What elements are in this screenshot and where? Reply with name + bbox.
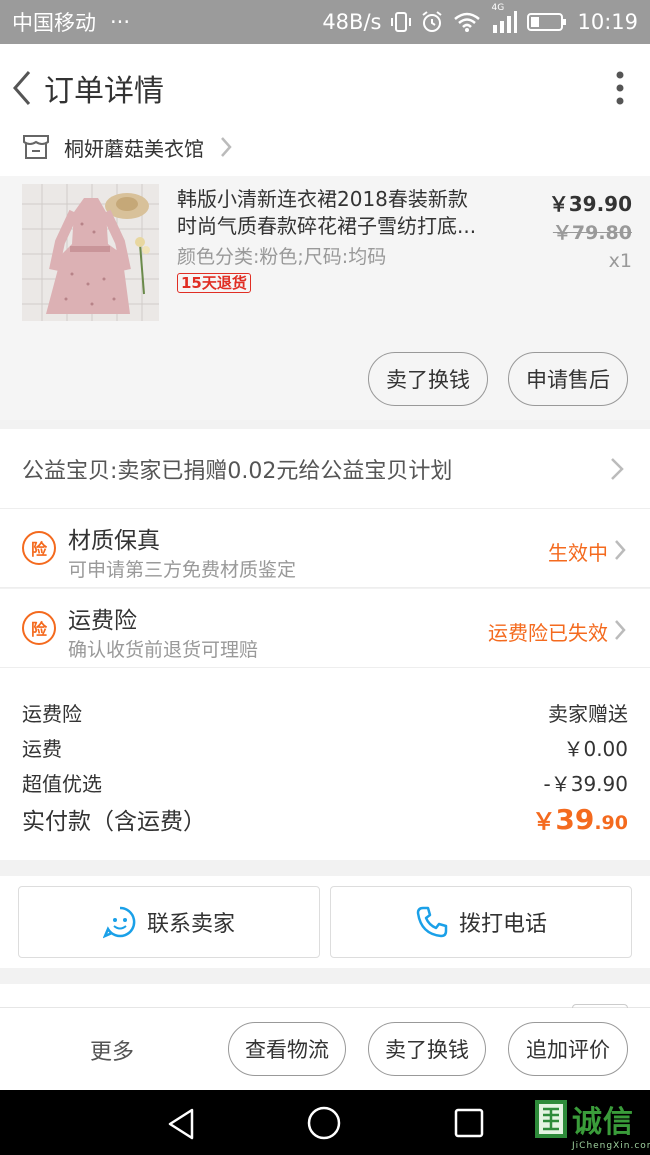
phone-icon (416, 906, 448, 938)
chevron-right-icon (611, 457, 624, 480)
summary-label: 运费险 (22, 702, 82, 726)
chevron-right-icon (615, 620, 626, 640)
order-summary: 运费险 卖家赠送 运费 ￥0.00 超值优选 -￥39.90 实付款（含运费） … (0, 668, 650, 860)
shop-icon (23, 135, 49, 159)
total-label: 实付款（含运费） (22, 809, 206, 835)
product-title-line1: 韩版小清新连衣裙2018春装新款 (177, 187, 468, 211)
summary-value: -￥39.90 (543, 772, 628, 796)
net-speed: 48B/s (322, 10, 382, 34)
insurance-status: 生效中 (548, 541, 608, 565)
total-row: 实付款（含运费） ￥39.90 (22, 802, 628, 836)
product-image[interactable] (22, 184, 159, 321)
home-circle-icon[interactable] (306, 1105, 342, 1141)
insurance-icon: 险 (22, 611, 56, 645)
insurance-row-shipping[interactable]: 险 运费险 确认收货前退货可理赔 运费险已失效 (0, 589, 650, 668)
network-type-label: 4G (491, 3, 505, 13)
insurance-icon: 险 (22, 531, 56, 565)
status-bar: 中国移动 ··· 48B/s 4G 10:19 (0, 0, 650, 44)
clock: 10:19 (577, 10, 638, 34)
chevron-right-icon (221, 137, 232, 157)
sell-exchange-bottom-button[interactable]: 卖了换钱 (368, 1022, 486, 1076)
summary-row: 运费 ￥0.00 (22, 733, 628, 762)
summary-row: 运费险 卖家赠送 (22, 698, 628, 727)
sell-exchange-button[interactable]: 卖了换钱 (368, 352, 488, 406)
contact-seller-button[interactable]: 联系卖家 (18, 886, 320, 958)
contact-strip: 联系卖家 拨打电话 (0, 876, 650, 968)
shop-row[interactable]: 桐妍蘑菇美衣馆 (0, 118, 650, 176)
product-card[interactable]: 韩版小清新连衣裙2018春装新款 时尚气质春款碎花裙子雪纺打底... 颜色分类:… (0, 176, 650, 420)
total-currency: ￥ (532, 809, 556, 835)
chat-face-icon (102, 906, 136, 939)
quantity: x1 (608, 250, 632, 272)
insurance-row-material[interactable]: 险 材质保真 可申请第三方免费材质鉴定 生效中 (0, 509, 650, 588)
insurance-title: 材质保真 (68, 528, 160, 554)
view-logistics-button[interactable]: 查看物流 (228, 1022, 346, 1076)
call-phone-label: 拨打电话 (458, 912, 547, 937)
watermark-logo: 诚信 JiChengXin.com (534, 1097, 650, 1151)
watermark-text: 诚信 (572, 1105, 634, 1140)
current-price: ￥39.90 (548, 192, 632, 216)
battery-icon (527, 12, 567, 32)
total-value: ￥39.90 (532, 802, 628, 836)
watermark-emblem-icon (535, 1100, 567, 1138)
page-title: 订单详情 (44, 73, 164, 109)
after-sale-button[interactable]: 申请售后 (508, 352, 628, 406)
back-triangle-icon[interactable] (166, 1108, 196, 1140)
chevron-left-icon (13, 70, 31, 105)
alarm-icon (421, 11, 443, 33)
more-vertical-icon (616, 71, 624, 104)
contact-seller-label: 联系卖家 (146, 912, 235, 937)
total-integer: 39 (555, 803, 595, 836)
summary-row: 超值优选 -￥39.90 (22, 768, 628, 797)
bottom-action-bar: 更多 查看物流 卖了换钱 追加评价 (0, 1008, 650, 1090)
product-sku: 颜色分类:粉色;尺码:均码 (177, 246, 387, 268)
charity-row[interactable]: 公益宝贝:卖家已捐赠0.02元给公益宝贝计划 (0, 429, 650, 509)
summary-value: 卖家赠送 (548, 702, 628, 726)
product-title-line2: 时尚气质春款碎花裙子雪纺打底... (177, 214, 477, 238)
insurance-status: 运费险已失效 (488, 621, 608, 645)
product-title[interactable]: 韩版小清新连衣裙2018春装新款 时尚气质春款碎花裙子雪纺打底... (177, 186, 507, 240)
charity-text: 公益宝贝:卖家已捐赠0.02元给公益宝贝计划 (22, 458, 453, 484)
summary-label: 运费 (22, 737, 62, 761)
original-price: ￥79.80 (552, 222, 632, 244)
watermark-subtext: JiChengXin.com (572, 1141, 650, 1151)
chevron-right-icon (615, 540, 626, 560)
insurance-title: 运费险 (68, 608, 137, 634)
carrier-label: 中国移动 (12, 11, 96, 35)
insurance-subtitle: 确认收货前退货可理赔 (68, 639, 259, 661)
summary-value: ￥0.00 (563, 737, 628, 761)
call-phone-button[interactable]: 拨打电话 (330, 886, 632, 958)
shop-name: 桐妍蘑菇美衣馆 (64, 136, 204, 161)
total-decimal: .90 (594, 812, 628, 834)
more-link[interactable]: 更多 (90, 1034, 134, 1066)
return-policy-badge: 15天退货 (177, 273, 251, 293)
recents-square-icon[interactable] (454, 1108, 484, 1138)
next-section-peek (0, 984, 650, 1012)
add-review-button[interactable]: 追加评价 (508, 1022, 628, 1076)
vibrate-icon (391, 11, 412, 33)
insurance-subtitle: 可申请第三方免费材质鉴定 (68, 559, 297, 581)
summary-label: 超值优选 (22, 772, 102, 796)
notification-dots: ··· (110, 10, 131, 34)
wifi-icon (453, 12, 481, 32)
signal-icon: 4G (491, 3, 518, 33)
